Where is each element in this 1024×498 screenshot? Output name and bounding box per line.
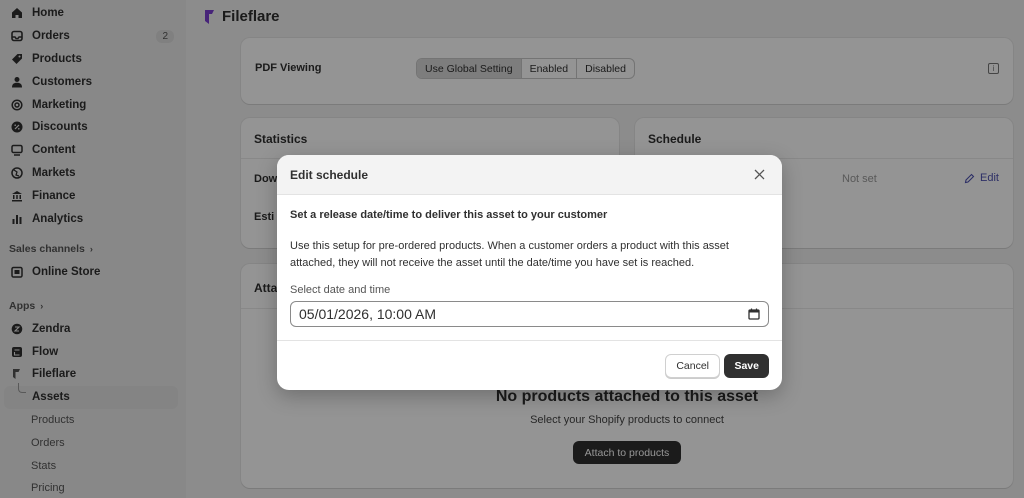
edit-schedule-modal: Edit schedule Set a release date/time to… — [277, 155, 782, 390]
date-time-input[interactable]: 05/01/2026, 10:00 AM — [290, 301, 769, 327]
modal-header: Edit schedule — [277, 155, 782, 195]
date-time-value: 05/01/2026, 10:00 AM — [299, 306, 436, 322]
modal-body: Set a release date/time to deliver this … — [277, 195, 782, 327]
cancel-button[interactable]: Cancel — [665, 354, 720, 378]
calendar-icon[interactable] — [748, 308, 760, 320]
modal-title: Edit schedule — [290, 167, 369, 182]
modal-heading: Set a release date/time to deliver this … — [290, 209, 608, 221]
close-icon[interactable] — [752, 167, 766, 181]
modal-footer: Cancel Save — [277, 340, 782, 390]
date-time-label: Select date and time — [290, 284, 391, 296]
save-button[interactable]: Save — [724, 354, 769, 378]
modal-description: Use this setup for pre-ordered products.… — [290, 240, 729, 269]
